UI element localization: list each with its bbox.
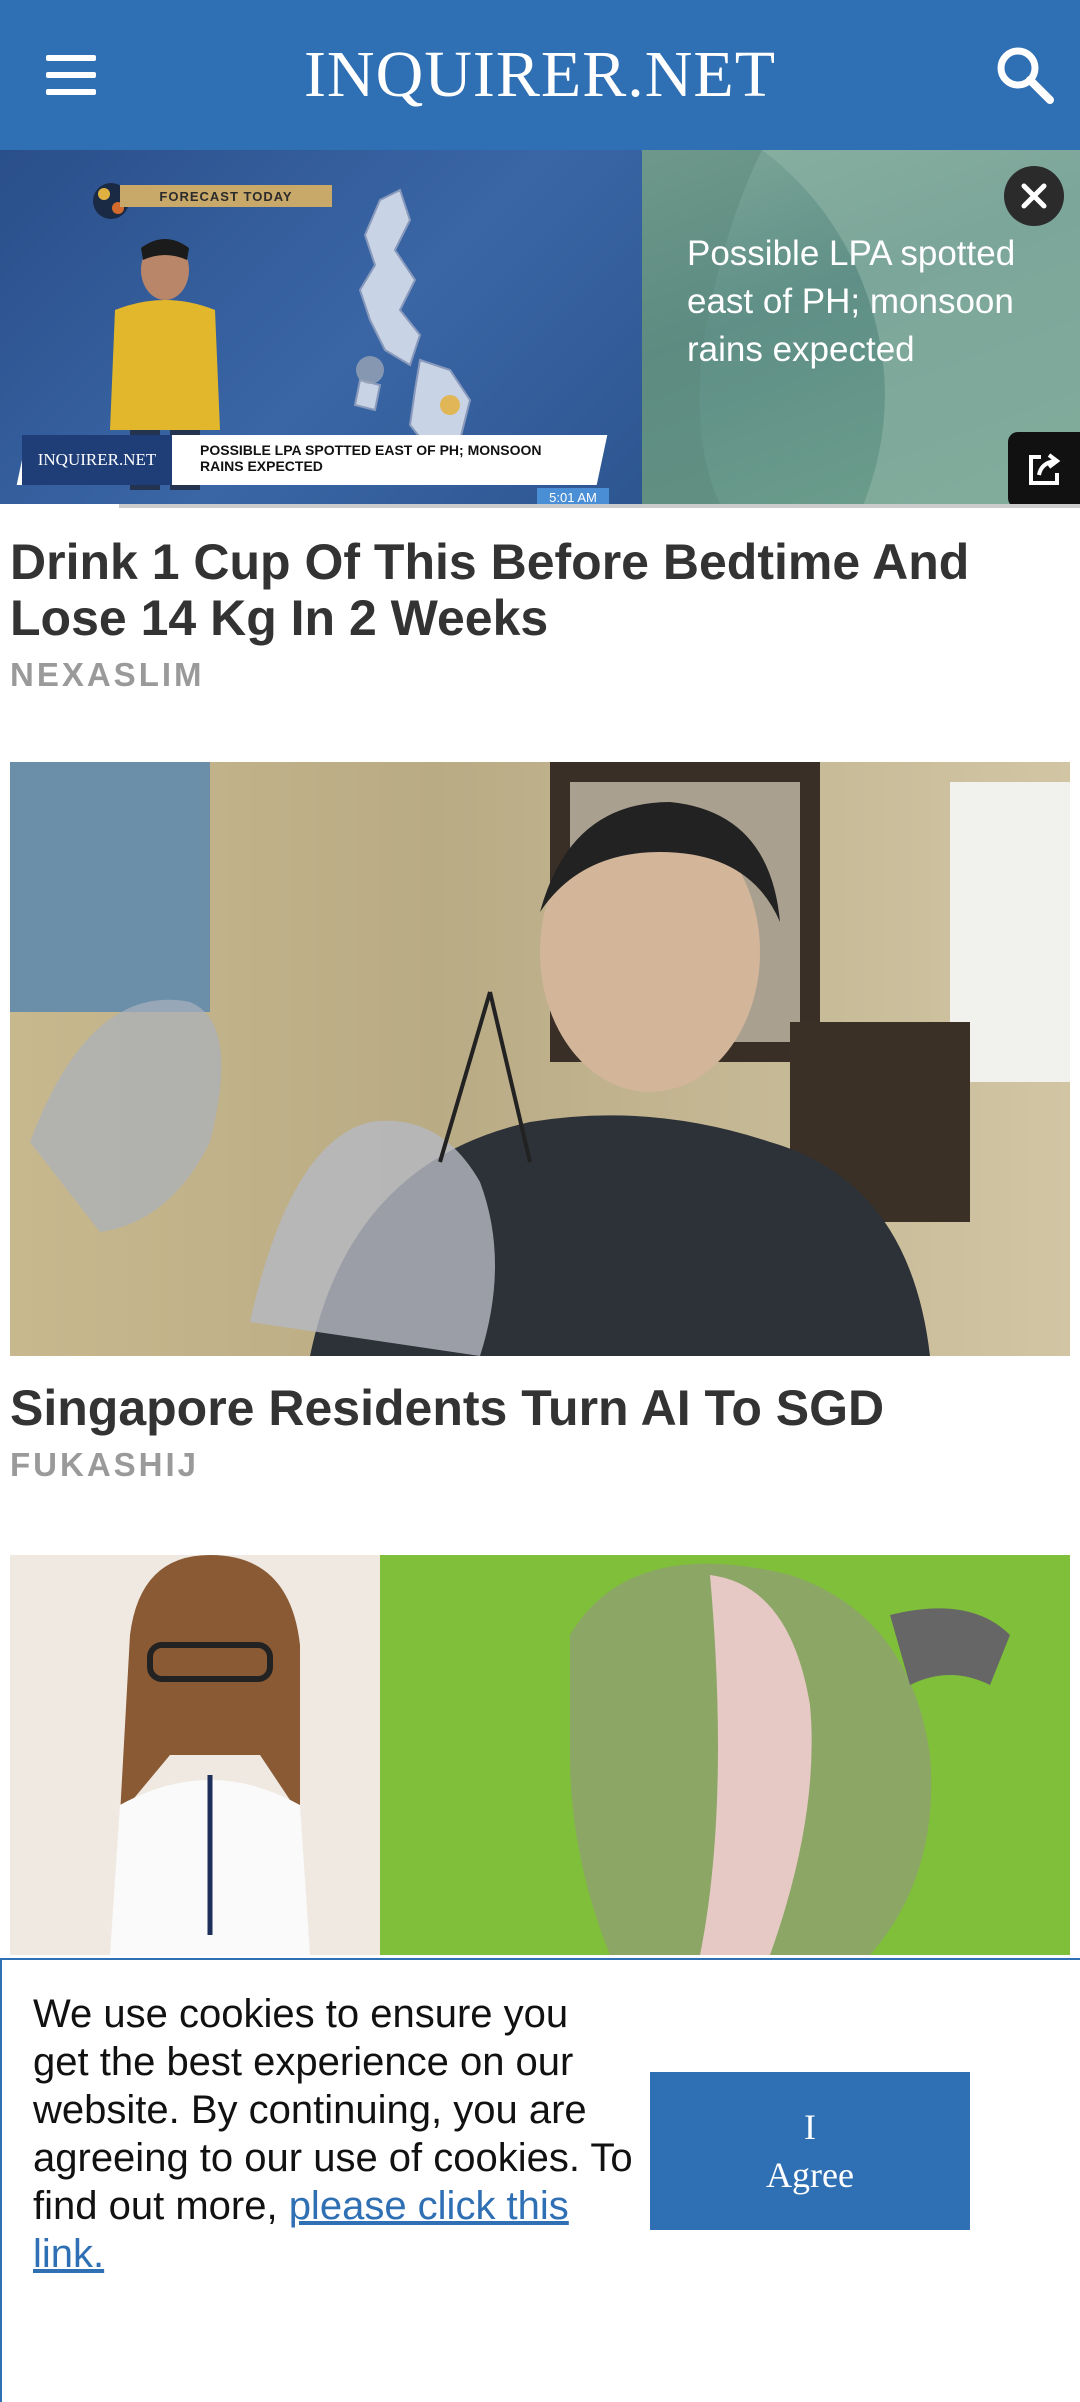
video-progress-bar[interactable] bbox=[0, 504, 1080, 508]
video-frame: FORECAST TODAY INQUIRER.NET POSSIBLE LPA… bbox=[0, 150, 642, 508]
agree-button-line2: Agree bbox=[766, 2155, 854, 2195]
lower-third-headline: POSSIBLE LPA SPOTTED EAST OF PH; MONSOON… bbox=[200, 442, 542, 474]
article-photo-body bbox=[10, 1555, 1070, 1955]
sponsored-article[interactable]: Singapore Residents Turn AI To SGD FUKAS… bbox=[10, 1380, 1070, 1484]
article-source: NEXASLIM bbox=[10, 656, 205, 693]
site-header: INQUIRER.NET bbox=[0, 0, 1080, 150]
cookie-banner: We use cookies to ensure you get the bes… bbox=[0, 1958, 1080, 2402]
video-caption: Possible LPA spotted east of PH; monsoon… bbox=[687, 234, 1016, 369]
hamburger-menu-icon[interactable] bbox=[40, 45, 100, 105]
agree-button[interactable]: I Agree bbox=[650, 2072, 970, 2230]
agree-button-label: I Agree bbox=[766, 2103, 854, 2199]
video-player[interactable]: FORECAST TODAY INQUIRER.NET POSSIBLE LPA… bbox=[0, 150, 1080, 508]
article-image[interactable] bbox=[10, 762, 1070, 1356]
article-source: FUKASHIJ bbox=[10, 1446, 200, 1483]
lower-third-brand: INQUIRER.NET bbox=[22, 435, 172, 485]
article-photo-man bbox=[10, 762, 1070, 1356]
article-title[interactable]: Singapore Residents Turn AI To SGD bbox=[10, 1380, 1070, 1436]
search-icon[interactable] bbox=[992, 42, 1056, 106]
video-progress-fill bbox=[0, 504, 119, 508]
philippines-map bbox=[353, 188, 472, 452]
close-icon[interactable] bbox=[1004, 166, 1064, 226]
site-logo[interactable]: INQUIRER.NET bbox=[304, 37, 776, 113]
popout-icon[interactable] bbox=[1008, 432, 1080, 508]
agree-button-line1: I bbox=[803, 2107, 816, 2147]
article-image[interactable] bbox=[10, 1555, 1070, 1955]
sponsored-article[interactable]: Drink 1 Cup Of This Before Bedtime And L… bbox=[10, 534, 1070, 694]
cookie-message: We use cookies to ensure you get the bes… bbox=[33, 1990, 633, 2278]
article-title[interactable]: Drink 1 Cup Of This Before Bedtime And L… bbox=[10, 534, 1070, 646]
